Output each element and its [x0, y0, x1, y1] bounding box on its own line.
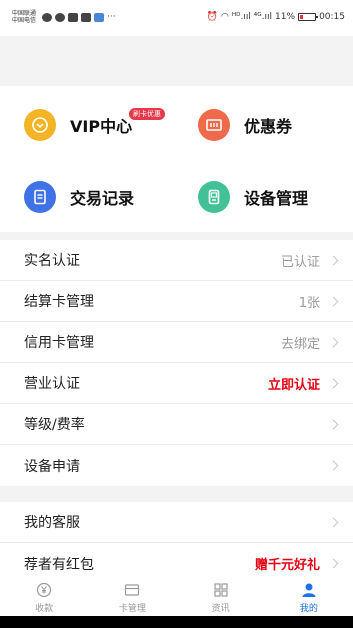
list-item-value: 赠千元好礼: [254, 558, 320, 573]
user-icon: [302, 583, 316, 597]
list-item-value: 1张: [298, 295, 320, 311]
device-management-label: 设备管理: [244, 189, 309, 208]
list-item-level-rate[interactable]: 等级/费率: [0, 404, 353, 445]
list-item-label: 我的客服: [24, 515, 80, 531]
transaction-history-label: 交易记录: [70, 189, 135, 208]
list-item-device-apply[interactable]: 设备申请: [0, 445, 353, 486]
list-item-customer-service[interactable]: 我的客服: [0, 502, 353, 543]
yuan-icon: [37, 582, 52, 598]
carrier-name: 中国联通: [12, 10, 37, 17]
battery-percent: 11%: [275, 12, 296, 22]
card-icon: [125, 584, 140, 596]
tiktok-icon: [81, 13, 91, 22]
transaction-history-button[interactable]: 交易记录: [24, 181, 134, 213]
carrier-name: 中国电信: [12, 17, 37, 24]
list-item-label: 等级/费率: [24, 417, 85, 433]
chat-icon: [55, 13, 65, 22]
tab-card-management[interactable]: 卡管理: [88, 580, 176, 616]
vip-center-label: VIP中心: [70, 117, 133, 136]
tab-news[interactable]: 资讯: [177, 580, 265, 616]
chevron-right-icon: [328, 517, 339, 527]
document-icon: [24, 181, 56, 213]
signal-icon: ᴴᴰ.ııl ⁴ᴳ.ııl: [231, 12, 273, 22]
list-item-real-name-auth[interactable]: 实名认证 已认证: [0, 240, 353, 281]
chevron-right-icon: [328, 460, 339, 471]
chevron-right-icon: [328, 419, 339, 429]
system-navigation-bar: [0, 616, 353, 628]
chevron-right-icon: [328, 296, 339, 306]
list-item-settlement-card[interactable]: 结算卡管理 1张: [0, 281, 353, 322]
bottom-tab-bar: 收款 卡管理 资讯 我的: [0, 580, 353, 616]
device-icon: [198, 181, 230, 213]
list-item-credit-card[interactable]: 信用卡管理 去绑定: [0, 322, 353, 363]
list-item-business-auth[interactable]: 营业认证 立即认证: [0, 363, 353, 404]
account-settings-list: 实名认证 已认证 结算卡管理 1张 信用卡管理 去绑定 营业认证 立即认证 等级…: [0, 240, 353, 486]
tab-label: 卡管理: [118, 604, 146, 614]
cloud-icon: [42, 13, 52, 22]
tab-label: 资讯: [211, 604, 230, 614]
list-item-label: 营业认证: [24, 376, 80, 392]
coupon-label: 优惠券: [244, 117, 293, 136]
chevron-right-icon: [328, 337, 339, 347]
alarm-icon: ⏰: [206, 12, 218, 22]
chevron-right-icon: [328, 558, 339, 569]
photo-icon: [94, 13, 104, 22]
chevron-right-icon: [328, 255, 339, 265]
grid-icon: [214, 583, 228, 597]
support-list: 我的客服 荐者有红包 赠千元好礼: [0, 502, 353, 584]
chevron-right-icon: [328, 378, 339, 388]
status-right: ⏰ ◠ ᴴᴰ.ııl ⁴ᴳ.ııl 11% 00:15: [207, 12, 345, 22]
status-bar: 中国联通 中国电信 ··· ⏰ ◠ ᴴᴰ.ııl ⁴ᴳ.ııl 11% 00:1…: [0, 0, 353, 36]
list-item-label: 设备申请: [24, 458, 80, 475]
list-item-label: 荐者有红包: [24, 556, 94, 573]
tab-receive-payment[interactable]: 收款: [0, 580, 88, 616]
coupon-icon: [198, 109, 230, 141]
tab-label: 我的: [299, 604, 318, 614]
list-item-value: 立即认证: [267, 377, 320, 393]
clock: 00:15: [319, 12, 345, 22]
heart-icon: [24, 109, 56, 141]
list-item-value: 已认证: [280, 254, 320, 270]
vip-center-button[interactable]: VIP中心: [24, 109, 132, 141]
tab-mine[interactable]: 我的: [265, 580, 353, 616]
battery-icon: [298, 13, 319, 21]
list-item-value: 去绑定: [280, 336, 320, 352]
carrier-info: 中国联通 中国电信: [12, 10, 36, 24]
app-icon: [68, 13, 78, 22]
list-item-label: 实名认证: [24, 253, 80, 269]
device-management-button[interactable]: 设备管理: [198, 181, 308, 213]
coupon-button[interactable]: 优惠券: [198, 109, 292, 141]
wifi-icon: ◠: [220, 12, 229, 22]
list-item-label: 信用卡管理: [24, 335, 94, 351]
promo-badge: 刷卡优惠: [128, 107, 166, 121]
tab-label: 收款: [35, 604, 54, 614]
list-item-referral[interactable]: 荐者有红包 赠千元好礼: [0, 543, 353, 584]
more-notifications: ···: [107, 12, 116, 22]
list-item-label: 结算卡管理: [24, 294, 94, 310]
notification-icons: ···: [42, 13, 116, 22]
